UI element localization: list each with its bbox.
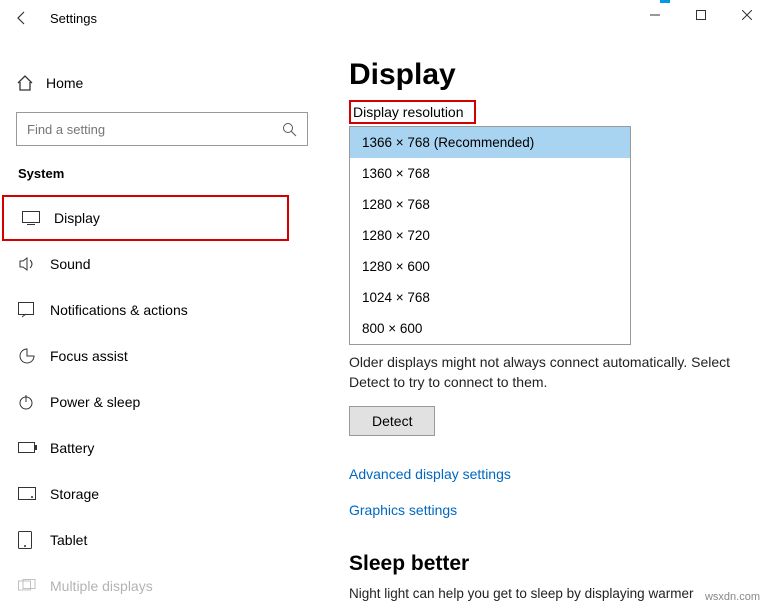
nav-label: Battery <box>50 440 94 456</box>
nav-label: Storage <box>50 486 99 502</box>
watermark: wsxdn.com <box>705 591 760 603</box>
nav-label: Multiple displays <box>50 578 153 594</box>
sidebar-item-sound[interactable]: Sound <box>0 241 324 287</box>
resolution-option[interactable]: 1280 × 600 <box>350 251 630 282</box>
resolution-option[interactable]: 1360 × 768 <box>350 158 630 189</box>
sound-icon <box>18 256 50 272</box>
group-header: System <box>0 166 324 195</box>
resolution-option[interactable]: 800 × 600 <box>350 313 630 344</box>
nav-label: Power & sleep <box>50 394 140 410</box>
resolution-option[interactable]: 1280 × 768 <box>350 189 630 220</box>
help-text: Older displays might not always connect … <box>349 353 746 392</box>
advanced-display-link[interactable]: Advanced display settings <box>349 466 746 482</box>
multiple-icon <box>18 579 50 593</box>
sidebar: Home System Display Sound Notifications … <box>0 36 325 609</box>
power-icon <box>18 394 50 410</box>
graphics-settings-link[interactable]: Graphics settings <box>349 502 746 518</box>
detect-button[interactable]: Detect <box>349 406 435 436</box>
sidebar-item-tablet[interactable]: Tablet <box>0 517 324 563</box>
home-icon <box>16 74 46 92</box>
sidebar-item-battery[interactable]: Battery <box>0 425 324 471</box>
back-button[interactable] <box>14 10 44 26</box>
nav-label: Focus assist <box>50 348 128 364</box>
sidebar-item-focus[interactable]: Focus assist <box>0 333 324 379</box>
search-input-container[interactable] <box>16 112 308 146</box>
search-input[interactable] <box>27 122 297 137</box>
resolution-option[interactable]: 1366 × 768 (Recommended) <box>350 127 630 158</box>
window-title: Settings <box>50 11 97 26</box>
sidebar-item-power[interactable]: Power & sleep <box>0 379 324 425</box>
sidebar-item-display[interactable]: Display <box>2 195 289 241</box>
storage-icon <box>18 487 50 501</box>
tablet-icon <box>18 531 50 549</box>
notifications-icon <box>18 302 50 318</box>
home-link[interactable]: Home <box>0 66 324 100</box>
page-title: Display <box>349 58 746 92</box>
resolution-option[interactable]: 1024 × 768 <box>350 282 630 313</box>
battery-icon <box>18 442 50 454</box>
resolution-label: Display resolution <box>349 100 476 124</box>
resolution-dropdown[interactable]: 1366 × 768 (Recommended) 1360 × 768 1280… <box>349 126 631 345</box>
nav-label: Notifications & actions <box>50 302 188 318</box>
focus-icon <box>18 347 50 365</box>
resolution-option[interactable]: 1280 × 720 <box>350 220 630 251</box>
close-button[interactable] <box>724 0 770 30</box>
nav-label: Display <box>54 210 100 226</box>
search-icon <box>282 122 297 137</box>
sidebar-item-storage[interactable]: Storage <box>0 471 324 517</box>
sidebar-item-notifications[interactable]: Notifications & actions <box>0 287 324 333</box>
display-icon <box>22 211 54 225</box>
minimize-button[interactable] <box>632 0 678 30</box>
nav-label: Tablet <box>50 532 87 548</box>
home-label: Home <box>46 75 83 91</box>
sidebar-item-multiple[interactable]: Multiple displays <box>0 563 324 609</box>
maximize-button[interactable] <box>678 0 724 30</box>
sleep-header: Sleep better <box>349 552 746 576</box>
main-content: Display Display resolution 1366 × 768 (R… <box>325 36 770 609</box>
sleep-text: Night light can help you get to sleep by… <box>349 586 746 601</box>
nav-label: Sound <box>50 256 90 272</box>
